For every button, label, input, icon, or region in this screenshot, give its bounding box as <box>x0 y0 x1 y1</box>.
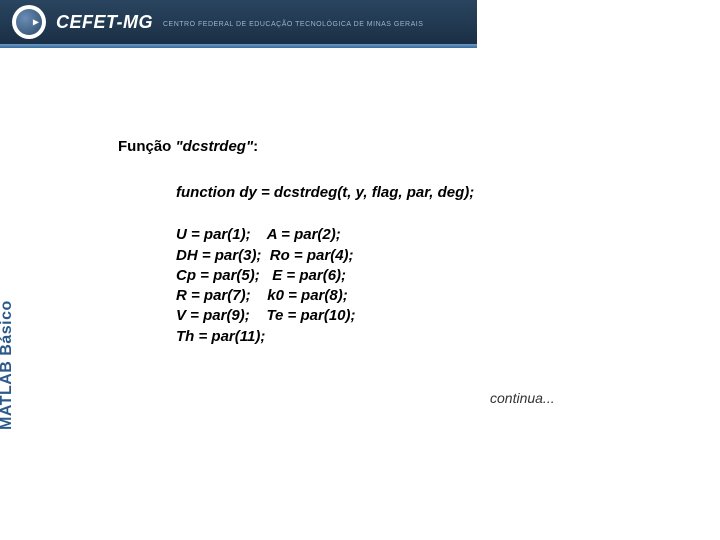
title-function-name: "dcstrdeg" <box>176 138 254 155</box>
sidebar-label: MATLAB Básico <box>0 300 16 430</box>
parameter-assignments: U = par(1); A = par(2); DH = par(3); Ro … <box>176 225 678 347</box>
logo-icon <box>12 5 46 39</box>
continues-label: continua... <box>490 390 555 406</box>
brand-subtitle: CENTRO FEDERAL DE EDUCAÇÃO TECNOLÓGICA D… <box>163 21 423 28</box>
section-title: Função "dcstrdeg": <box>118 138 678 155</box>
brand-name: CEFET-MG <box>56 12 153 33</box>
slide-content: Função "dcstrdeg": function dy = dcstrde… <box>118 138 678 347</box>
code-block: function dy = dcstrdeg(t, y, flag, par, … <box>176 183 678 347</box>
title-prefix: Função <box>118 138 176 155</box>
title-suffix: : <box>253 138 258 155</box>
header-bar: CEFET-MG CENTRO FEDERAL DE EDUCAÇÃO TECN… <box>0 0 477 44</box>
function-signature: function dy = dcstrdeg(t, y, flag, par, … <box>176 183 678 203</box>
header-divider <box>0 44 477 48</box>
